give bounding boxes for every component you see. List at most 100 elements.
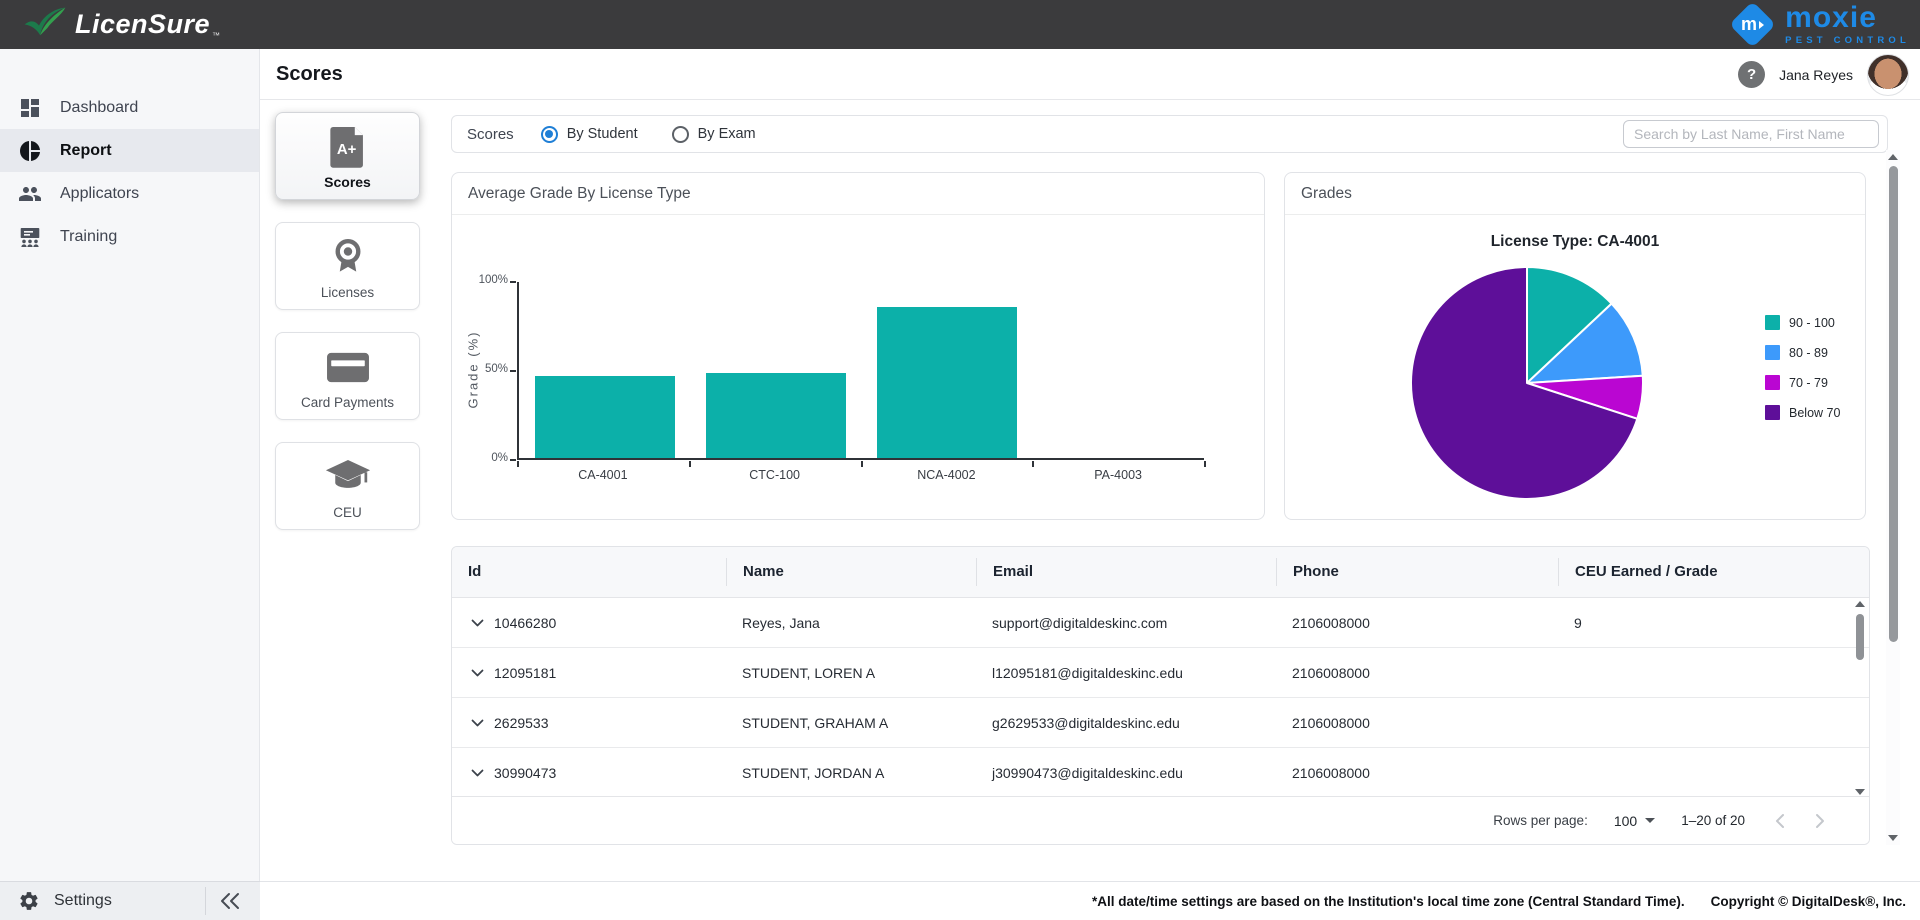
column-header-name[interactable]: Name xyxy=(726,558,976,586)
sidebar-item-label: Applicators xyxy=(60,185,139,203)
bar-y-tick-label: 50% xyxy=(458,363,508,375)
tool-card-licenses[interactable]: Licenses xyxy=(275,222,420,310)
column-header-id[interactable]: Id xyxy=(452,558,726,586)
main-scroll-thumb[interactable] xyxy=(1889,166,1898,642)
tool-card-label: Scores xyxy=(324,174,371,190)
bar-x-labels: CA-4001CTC-100NCA-4002PA-4003 xyxy=(517,468,1204,482)
pie-panel-title: Grades xyxy=(1285,173,1865,215)
scroll-up-icon[interactable] xyxy=(1855,601,1865,607)
next-page-button[interactable] xyxy=(1809,811,1829,831)
copyright: Copyright © DigitalDesk®, Inc. xyxy=(1711,894,1906,909)
scores-document-icon: A+ xyxy=(329,123,367,174)
sidebar-item-training[interactable]: Training xyxy=(0,215,259,258)
search-input[interactable] xyxy=(1623,120,1879,148)
legend-swatch-icon xyxy=(1765,345,1780,360)
radio-unselected-icon xyxy=(672,126,689,143)
column-header-email[interactable]: Email xyxy=(976,558,1276,586)
moxie-name: moxie xyxy=(1785,3,1910,33)
settings-label[interactable]: Settings xyxy=(54,892,112,910)
page-title: Scores xyxy=(276,63,343,86)
cell-phone: 2106008000 xyxy=(1276,615,1558,631)
table-body: 10466280Reyes, Janasupport@digitaldeskin… xyxy=(452,598,1869,798)
legend-swatch-icon xyxy=(1765,405,1780,420)
legend-label: 90 - 100 xyxy=(1789,316,1835,330)
page-header: Scores ? Jana Reyes xyxy=(260,49,1920,100)
cell-phone: 2106008000 xyxy=(1276,665,1558,681)
tool-card-label: Licenses xyxy=(321,285,374,300)
prev-page-button[interactable] xyxy=(1771,811,1791,831)
cell-id: 2629533 xyxy=(494,715,549,731)
cell-id: 10466280 xyxy=(494,615,556,631)
radio-by-student[interactable]: By Student xyxy=(541,126,638,143)
scroll-down-icon[interactable] xyxy=(1855,789,1865,795)
sidebar-item-label: Report xyxy=(60,142,112,160)
legend-swatch-icon xyxy=(1765,315,1780,330)
cell-phone: 2106008000 xyxy=(1276,715,1558,731)
cell-phone: 2106008000 xyxy=(1276,765,1558,781)
sidebar-item-label: Training xyxy=(60,228,117,246)
moxie-m-letter: m xyxy=(1741,14,1757,35)
pie-chart-panel: Grades License Type: CA-4001 90 - 10080 … xyxy=(1284,172,1866,520)
row-expand-chevron-icon[interactable] xyxy=(471,719,484,727)
brand-trademark: ™ xyxy=(212,31,220,40)
legend-label: 70 - 79 xyxy=(1789,376,1828,390)
table-row[interactable]: 12095181STUDENT, LOREN Al12095181@digita… xyxy=(452,648,1869,698)
legend-label: Below 70 xyxy=(1789,406,1840,420)
sidebar-collapse-icon[interactable] xyxy=(219,892,241,910)
scroll-down-icon[interactable] xyxy=(1888,835,1898,841)
scroll-up-icon[interactable] xyxy=(1888,154,1898,160)
legend-swatch-icon xyxy=(1765,375,1780,390)
table-row[interactable]: 30990473STUDENT, JORDAN Aj30990473@digit… xyxy=(452,748,1869,798)
cell-name: STUDENT, GRAHAM A xyxy=(726,715,976,731)
table-row[interactable]: 10466280Reyes, Janasupport@digitaldeskin… xyxy=(452,598,1869,648)
row-expand-chevron-icon[interactable] xyxy=(471,669,484,677)
legend-label: 80 - 89 xyxy=(1789,346,1828,360)
bar-NCA-4002 xyxy=(877,307,1017,458)
cell-name: STUDENT, LOREN A xyxy=(726,665,976,681)
sidebar-item-label: Dashboard xyxy=(60,99,138,117)
main-scrollbar[interactable] xyxy=(1886,150,1900,845)
table-header-row: Id Name Email Phone CEU Earned / Grade xyxy=(452,547,1869,598)
row-expand-chevron-icon[interactable] xyxy=(471,769,484,777)
radio-by-exam[interactable]: By Exam xyxy=(672,126,756,143)
bar-x-tick-label: PA-4003 xyxy=(1032,468,1204,482)
tool-card-card-payments[interactable]: Card Payments xyxy=(275,332,420,420)
filter-bar: Scores By Student By Exam xyxy=(451,115,1888,153)
footer-divider xyxy=(205,887,206,915)
column-header-ceu[interactable]: CEU Earned / Grade xyxy=(1558,558,1869,586)
training-icon xyxy=(18,225,42,249)
bar-chart-title: Average Grade By License Type xyxy=(452,173,1264,215)
help-icon[interactable]: ? xyxy=(1738,61,1765,88)
sidebar-item-dashboard[interactable]: Dashboard xyxy=(0,86,259,129)
cell-email: l12095181@digitaldeskinc.edu xyxy=(976,665,1276,681)
rows-per-page-select[interactable]: 100 xyxy=(1614,813,1655,829)
table-scroll-thumb[interactable] xyxy=(1856,614,1864,660)
row-expand-chevron-icon[interactable] xyxy=(471,619,484,627)
brand-name: LicenSure xyxy=(75,9,210,40)
cell-ceu-grade: 9 xyxy=(1558,615,1869,631)
legend-item: 70 - 79 xyxy=(1765,375,1840,390)
avatar[interactable] xyxy=(1867,54,1909,96)
table-row[interactable]: 2629533STUDENT, GRAHAM Ag2629533@digital… xyxy=(452,698,1869,748)
radio-selected-icon xyxy=(541,126,558,143)
bar-x-tick-label: CA-4001 xyxy=(517,468,689,482)
award-ribbon-icon xyxy=(326,235,370,284)
bar-y-tick-label: 100% xyxy=(458,274,508,286)
sidebar: Dashboard Report Applicators T xyxy=(0,49,260,881)
gear-icon[interactable] xyxy=(18,890,40,912)
column-header-phone[interactable]: Phone xyxy=(1276,558,1558,586)
moxie-play-icon xyxy=(1759,20,1764,28)
legend-item: 80 - 89 xyxy=(1765,345,1840,360)
legend-item: 90 - 100 xyxy=(1765,315,1840,330)
cell-id: 30990473 xyxy=(494,765,556,781)
licensure-check-icon xyxy=(20,4,70,45)
page-footer: *All date/time settings are based on the… xyxy=(260,881,1920,920)
sidebar-item-report[interactable]: Report xyxy=(0,129,259,172)
cell-name: Reyes, Jana xyxy=(726,615,976,631)
sidebar-item-applicators[interactable]: Applicators xyxy=(0,172,259,215)
scores-table: Id Name Email Phone CEU Earned / Grade 1… xyxy=(451,546,1870,845)
tool-card-ceu[interactable]: CEU xyxy=(275,442,420,530)
table-scrollbar[interactable] xyxy=(1854,601,1866,795)
tool-card-scores[interactable]: A+ Scores xyxy=(275,112,420,200)
dashboard-icon xyxy=(18,96,42,120)
